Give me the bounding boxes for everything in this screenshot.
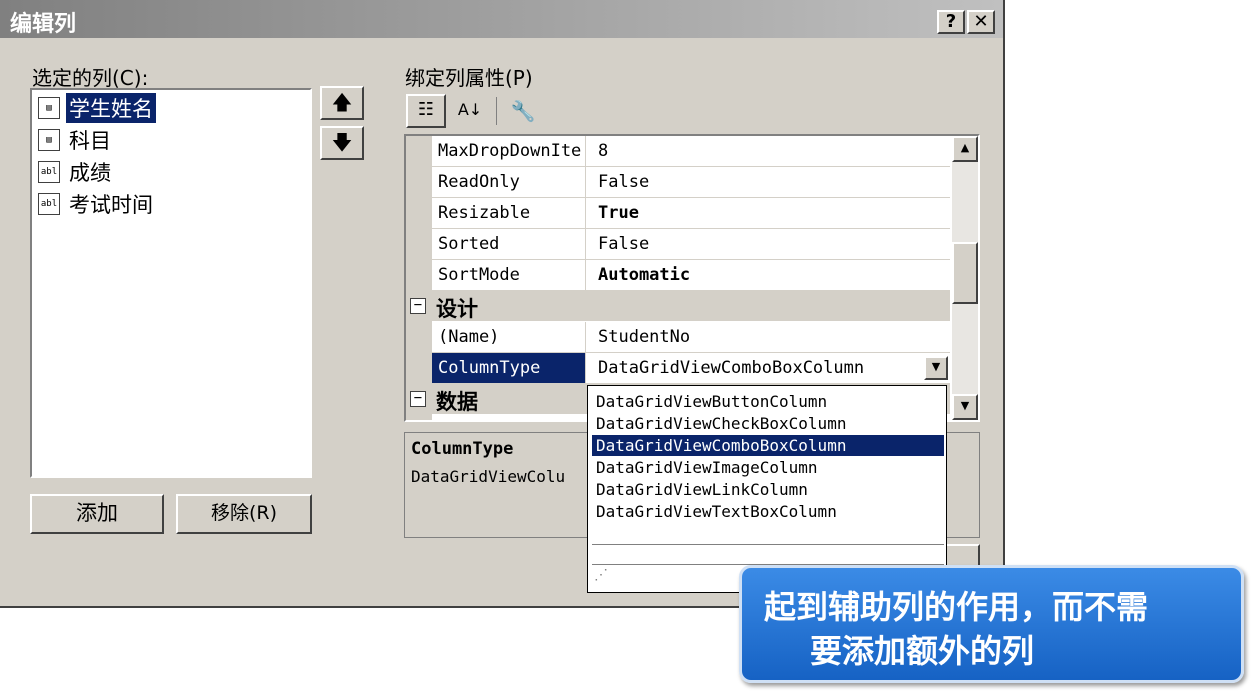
scroll-up-button[interactable]: ▲ xyxy=(952,136,978,162)
dropdown-option[interactable]: DataGridViewButtonColumn xyxy=(592,391,944,412)
property-pages-icon: 🔧 xyxy=(510,99,536,123)
dropdown-option-selected[interactable]: DataGridViewComboBoxColumn xyxy=(592,435,944,456)
property-row-column-type[interactable]: ColumnType DataGridViewComboBoxColumn ▼ xyxy=(432,353,950,384)
property-grid-margin xyxy=(406,136,432,420)
move-up-button[interactable]: 🡅 xyxy=(320,86,364,120)
dialog-title: 编辑列 xyxy=(10,12,77,37)
help-button[interactable]: ? xyxy=(937,10,965,34)
category-design[interactable]: − 设计 xyxy=(406,291,950,321)
selected-columns-label: 选定的列(C): xyxy=(32,66,149,90)
column-item-subject[interactable]: ▤ 科目 xyxy=(38,125,114,155)
dropdown-option[interactable]: DataGridViewImageColumn xyxy=(592,457,944,478)
category-label: 设计 xyxy=(436,297,478,321)
column-item-label: 科目 xyxy=(69,129,111,153)
property-value[interactable]: StudentNo xyxy=(592,322,950,352)
column-item-label: 成绩 xyxy=(69,161,111,185)
property-value[interactable]: DataGridViewComboBoxColumn xyxy=(592,353,950,383)
move-down-button[interactable]: 🡇 xyxy=(320,126,364,160)
property-value[interactable]: True xyxy=(592,198,950,228)
collapse-icon[interactable]: − xyxy=(410,298,426,314)
property-grid[interactable]: MaxDropDownIte 8 ReadOnly False Resizabl… xyxy=(404,134,980,422)
textbox-column-icon: abl xyxy=(38,161,60,183)
add-button[interactable]: 添加 xyxy=(30,494,164,534)
dropdown-option[interactable]: DataGridViewLinkColumn xyxy=(592,479,944,500)
property-name: ReadOnly xyxy=(432,167,586,197)
column-item-score[interactable]: abl 成绩 xyxy=(38,157,114,187)
close-button[interactable]: ✕ xyxy=(967,10,995,34)
property-grid-rows: MaxDropDownIte 8 ReadOnly False Resizabl… xyxy=(406,136,952,420)
resize-grip-icon[interactable]: ⋰ xyxy=(594,567,608,583)
annotation-callout: 起到辅助列的作用，而不需 要添加额外的列 xyxy=(739,565,1244,683)
property-name: Sorted xyxy=(432,229,586,259)
property-value[interactable]: False xyxy=(592,229,950,259)
property-row[interactable]: ReadOnly False xyxy=(432,167,950,198)
property-row[interactable]: MaxDropDownIte 8 xyxy=(432,136,950,167)
textbox-column-icon: abl xyxy=(38,193,60,215)
property-row[interactable]: Sorted False xyxy=(432,229,950,260)
toolbar-separator xyxy=(496,97,497,125)
remove-button[interactable]: 移除(R) xyxy=(176,494,312,534)
dropdown-option[interactable]: DataGridViewCheckBoxColumn xyxy=(592,413,944,434)
dropdown-arrow-button[interactable]: ▼ xyxy=(924,356,948,380)
column-item-label: 学生姓名 xyxy=(66,93,156,123)
alphabetical-sort-icon[interactable]: A↓ xyxy=(450,94,490,128)
collapse-icon[interactable]: − xyxy=(410,391,426,407)
description-title: ColumnType xyxy=(411,439,514,459)
property-name: SortMode xyxy=(432,260,586,290)
dropdown-option[interactable]: DataGridViewTextBoxColumn xyxy=(592,501,944,522)
bound-properties-label: 绑定列属性(P) xyxy=(405,66,533,90)
scroll-down-button[interactable]: ▼ xyxy=(952,394,978,420)
property-name: ColumnType xyxy=(432,353,586,383)
column-item-label: 考试时间 xyxy=(69,193,153,217)
property-value[interactable]: 8 xyxy=(592,136,950,166)
dropdown-divider xyxy=(592,544,944,545)
property-scrollbar[interactable]: ▲ ▼ xyxy=(952,136,978,420)
property-row[interactable]: Resizable True xyxy=(432,198,950,229)
description-text: DataGridViewColu xyxy=(411,467,566,486)
column-type-dropdown[interactable]: DataGridViewButtonColumn DataGridViewChe… xyxy=(587,385,947,593)
combobox-column-icon: ▤ xyxy=(38,97,60,119)
combobox-column-icon: ▤ xyxy=(38,129,60,151)
property-value[interactable]: Automatic xyxy=(592,260,950,290)
property-value[interactable]: False xyxy=(592,167,950,197)
categorized-view-icon[interactable]: ☷ xyxy=(406,94,446,128)
selected-columns-list[interactable]: ▤ 学生姓名 ▤ 科目 abl 成绩 abl 考试时间 xyxy=(30,88,312,478)
property-name: MaxDropDownIte xyxy=(432,136,586,166)
title-bar[interactable]: 编辑列 ? ✕ xyxy=(0,0,1003,38)
property-name: Resizable xyxy=(432,198,586,228)
column-item-student-name[interactable]: ▤ 学生姓名 xyxy=(38,93,156,123)
callout-line-2: 要添加额外的列 xyxy=(810,632,1035,670)
property-row[interactable]: SortMode Automatic xyxy=(432,260,950,291)
scroll-thumb[interactable] xyxy=(952,242,978,304)
category-label: 数据 xyxy=(436,390,478,414)
property-name: (Name) xyxy=(432,322,586,352)
callout-line-1: 起到辅助列的作用，而不需 xyxy=(764,588,1149,626)
column-item-exam-time[interactable]: abl 考试时间 xyxy=(38,189,156,219)
property-row[interactable]: (Name) StudentNo xyxy=(432,322,950,353)
